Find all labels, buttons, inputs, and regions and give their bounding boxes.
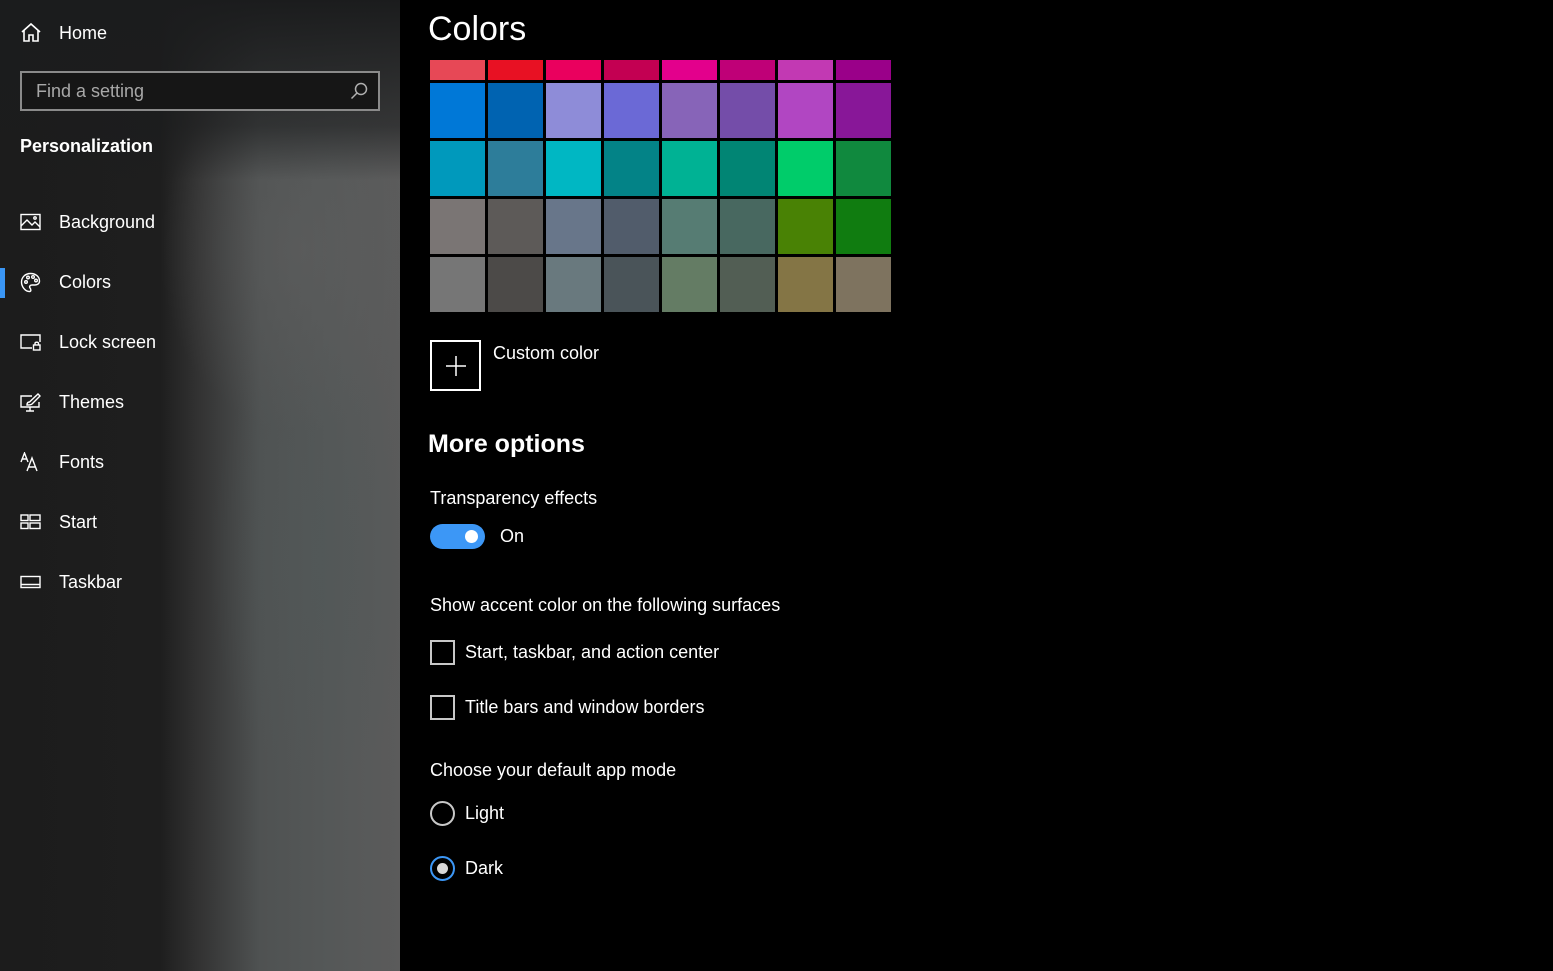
accent-color-grid (430, 60, 892, 312)
taskbar-icon (20, 572, 41, 593)
color-swatch[interactable] (836, 199, 891, 254)
checkbox-label: Start, taskbar, and action center (465, 642, 720, 662)
color-swatch[interactable] (546, 257, 601, 312)
selection-indicator (0, 268, 5, 298)
color-swatch[interactable] (546, 199, 601, 254)
fonts-icon (20, 452, 41, 473)
color-swatch[interactable] (720, 60, 775, 80)
color-swatch[interactable] (778, 257, 833, 312)
color-swatch[interactable] (604, 141, 659, 196)
color-swatch[interactable] (662, 60, 717, 80)
color-swatch[interactable] (836, 141, 891, 196)
search-box (20, 71, 380, 111)
color-swatch[interactable] (662, 141, 717, 196)
home-label: Home (59, 22, 108, 43)
color-swatch[interactable] (604, 60, 659, 80)
color-swatch[interactable] (778, 60, 833, 80)
checkbox-box[interactable] (430, 640, 455, 665)
sidebar-item-label: Themes (59, 391, 125, 412)
home-icon (20, 22, 42, 44)
color-swatch[interactable] (430, 141, 485, 196)
home-link[interactable]: Home (20, 18, 107, 48)
sidebar-item-taskbar[interactable]: Taskbar (0, 552, 400, 612)
transparency-toggle-row: On (430, 524, 524, 549)
toggle-state-label: On (500, 526, 525, 546)
start-icon (20, 512, 41, 533)
app-mode-label: Choose your default app mode (430, 760, 677, 780)
more-options-heading: More options (428, 430, 585, 458)
color-swatch[interactable] (662, 83, 717, 138)
color-swatch[interactable] (546, 141, 601, 196)
sidebar-item-colors[interactable]: Colors (0, 252, 400, 312)
main-content: Colors Custom color More options Transpa… (400, 0, 1553, 971)
sidebar-item-start[interactable]: Start (0, 492, 400, 552)
color-swatch[interactable] (720, 141, 775, 196)
color-swatch[interactable] (430, 60, 485, 80)
checkbox-title-bars[interactable]: Title bars and window borders (430, 695, 704, 720)
color-swatch[interactable] (488, 257, 543, 312)
sidebar-item-themes[interactable]: Themes (0, 372, 400, 432)
radio-button[interactable] (430, 801, 455, 826)
sidebar-nav: Background Colors Lock screen Themes Fon… (0, 192, 400, 612)
color-swatch[interactable] (488, 83, 543, 138)
color-swatch[interactable] (836, 257, 891, 312)
color-swatch[interactable] (662, 199, 717, 254)
sidebar: Home Personalization Background (0, 0, 400, 971)
transparency-label: Transparency effects (430, 488, 598, 508)
color-swatch[interactable] (430, 83, 485, 138)
page-title: Colors (428, 10, 527, 48)
themes-icon (20, 392, 41, 413)
sidebar-item-label: Background (59, 211, 156, 232)
radio-label: Light (465, 803, 505, 823)
color-swatch[interactable] (430, 257, 485, 312)
color-swatch[interactable] (604, 83, 659, 138)
sidebar-item-label: Colors (59, 271, 112, 292)
sidebar-item-label: Fonts (59, 451, 105, 472)
color-swatch[interactable] (546, 83, 601, 138)
color-swatch[interactable] (720, 83, 775, 138)
checkbox-box[interactable] (430, 695, 455, 720)
palette-icon (20, 272, 41, 293)
plus-icon (430, 340, 481, 391)
sidebar-item-background[interactable]: Background (0, 192, 400, 252)
color-swatch[interactable] (604, 257, 659, 312)
color-swatch[interactable] (778, 141, 833, 196)
color-swatch[interactable] (546, 60, 601, 80)
color-swatch[interactable] (720, 257, 775, 312)
color-swatch[interactable] (778, 199, 833, 254)
color-swatch[interactable] (662, 257, 717, 312)
color-swatch[interactable] (488, 199, 543, 254)
color-swatch[interactable] (836, 60, 891, 80)
color-swatch[interactable] (836, 83, 891, 138)
radio-dark[interactable]: Dark (430, 856, 503, 881)
color-swatch[interactable] (604, 199, 659, 254)
custom-color-button[interactable]: Custom color (430, 340, 599, 391)
picture-icon (20, 212, 41, 233)
sidebar-item-lock-screen[interactable]: Lock screen (0, 312, 400, 372)
checkbox-label: Title bars and window borders (465, 697, 705, 717)
color-swatch[interactable] (488, 60, 543, 80)
radio-label: Dark (465, 858, 504, 878)
color-swatch[interactable] (720, 199, 775, 254)
sidebar-item-fonts[interactable]: Fonts (0, 432, 400, 492)
transparency-toggle[interactable] (430, 524, 485, 549)
search-icon[interactable] (349, 81, 369, 101)
sidebar-item-label: Lock screen (59, 331, 157, 352)
radio-button[interactable] (430, 856, 455, 881)
sidebar-item-label: Taskbar (59, 571, 123, 592)
toggle-knob (465, 530, 478, 543)
custom-color-label: Custom color (493, 343, 600, 363)
radio-light[interactable]: Light (430, 801, 504, 826)
color-swatch[interactable] (430, 199, 485, 254)
lock-screen-icon (20, 332, 41, 353)
checkbox-start-taskbar[interactable]: Start, taskbar, and action center (430, 640, 719, 665)
color-swatch[interactable] (778, 83, 833, 138)
color-swatch[interactable] (488, 141, 543, 196)
sidebar-item-label: Start (59, 511, 98, 532)
accent-surfaces-label: Show accent color on the following surfa… (430, 595, 781, 615)
section-title: Personalization (20, 136, 154, 156)
search-input[interactable] (36, 80, 349, 102)
